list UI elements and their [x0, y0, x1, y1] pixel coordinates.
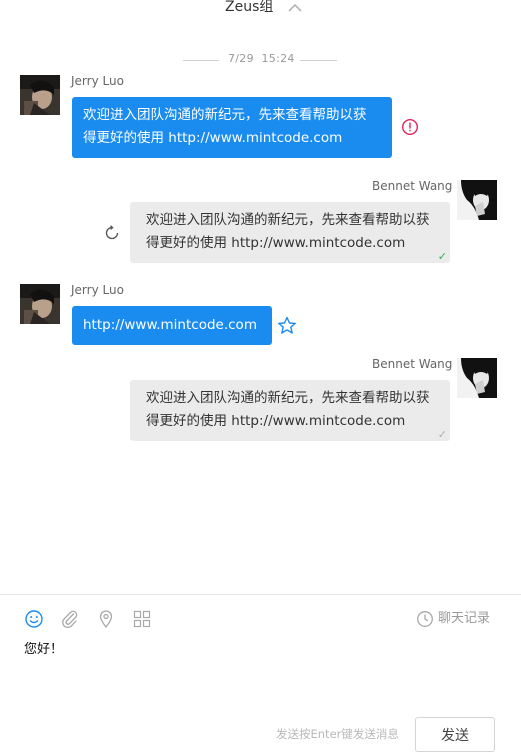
chevron-up-icon[interactable] — [287, 1, 303, 13]
message-text-line: 欢迎进入团队沟通的新纪元，先来查看帮助以获 — [146, 212, 430, 228]
avatar[interactable] — [20, 284, 60, 324]
resend-icon[interactable] — [103, 224, 121, 242]
location-icon[interactable] — [96, 609, 116, 629]
message-link[interactable]: http://www.mintcode.com — [83, 314, 261, 336]
message-text-line: 得更好的使用 http://www.mintcode.com — [146, 235, 406, 251]
composer-divider — [0, 594, 521, 595]
chat-header: Zeus组 — [0, 0, 521, 18]
message-bubble[interactable]: 欢迎进入团队沟通的新纪元，先来查看帮助以获 得更好的使用 http://www.… — [130, 380, 450, 441]
message-text-line: 得更好的使用 http://www.mintcode.com — [146, 413, 406, 429]
message-bubble[interactable]: http://www.mintcode.com — [72, 306, 272, 345]
sender-name: Bennet Wang — [372, 179, 453, 193]
attachment-icon[interactable] — [60, 609, 80, 629]
timestamp-line-left — [183, 60, 219, 61]
star-icon[interactable] — [277, 316, 297, 335]
sender-name: Jerry Luo — [71, 283, 124, 297]
avatar-bennet-image — [457, 180, 497, 220]
message-bubble[interactable]: 欢迎进入团队沟通的新纪元，先来查看帮助以获 得更好的使用 http://www.… — [72, 97, 392, 158]
timestamp-divider: 7/29 15:24 — [0, 51, 521, 69]
avatar-jerry-image — [20, 284, 60, 324]
avatar[interactable] — [457, 358, 497, 398]
message-text-line: 欢迎进入团队沟通的新纪元，先来查看帮助以获 — [146, 390, 430, 406]
chat-history-label: 聊天记录 — [438, 611, 491, 626]
send-hint: 发送按Enter键发送消息 — [276, 727, 399, 741]
clock-icon — [417, 611, 433, 627]
avatar[interactable] — [20, 75, 60, 115]
timestamp-text: 7/29 15:24 — [228, 52, 295, 65]
sender-name: Bennet Wang — [372, 357, 453, 371]
avatar-jerry-image — [20, 75, 60, 115]
message-text-line: 欢迎进入团队沟通的新纪元，先来查看帮助以获 — [83, 107, 367, 123]
message-text-line: 得更好的使用 http://www.mintcode.com — [83, 130, 343, 146]
message-input[interactable]: 您好！ — [24, 640, 504, 700]
read-check-icon: ✓ — [437, 250, 447, 263]
send-button[interactable]: 发送 — [415, 717, 495, 752]
avatar-bennet-image — [457, 358, 497, 398]
emoji-icon[interactable] — [24, 609, 44, 629]
avatar[interactable] — [457, 180, 497, 220]
message-bubble[interactable]: 欢迎进入团队沟通的新纪元，先来查看帮助以获 得更好的使用 http://www.… — [130, 202, 450, 263]
chat-title: Zeus组 — [225, 0, 274, 15]
error-icon[interactable] — [401, 118, 419, 136]
apps-grid-icon[interactable] — [132, 609, 152, 629]
sender-name: Jerry Luo — [71, 74, 124, 88]
sent-check-icon: ✓ — [437, 428, 447, 441]
timestamp-line-right — [300, 60, 337, 61]
